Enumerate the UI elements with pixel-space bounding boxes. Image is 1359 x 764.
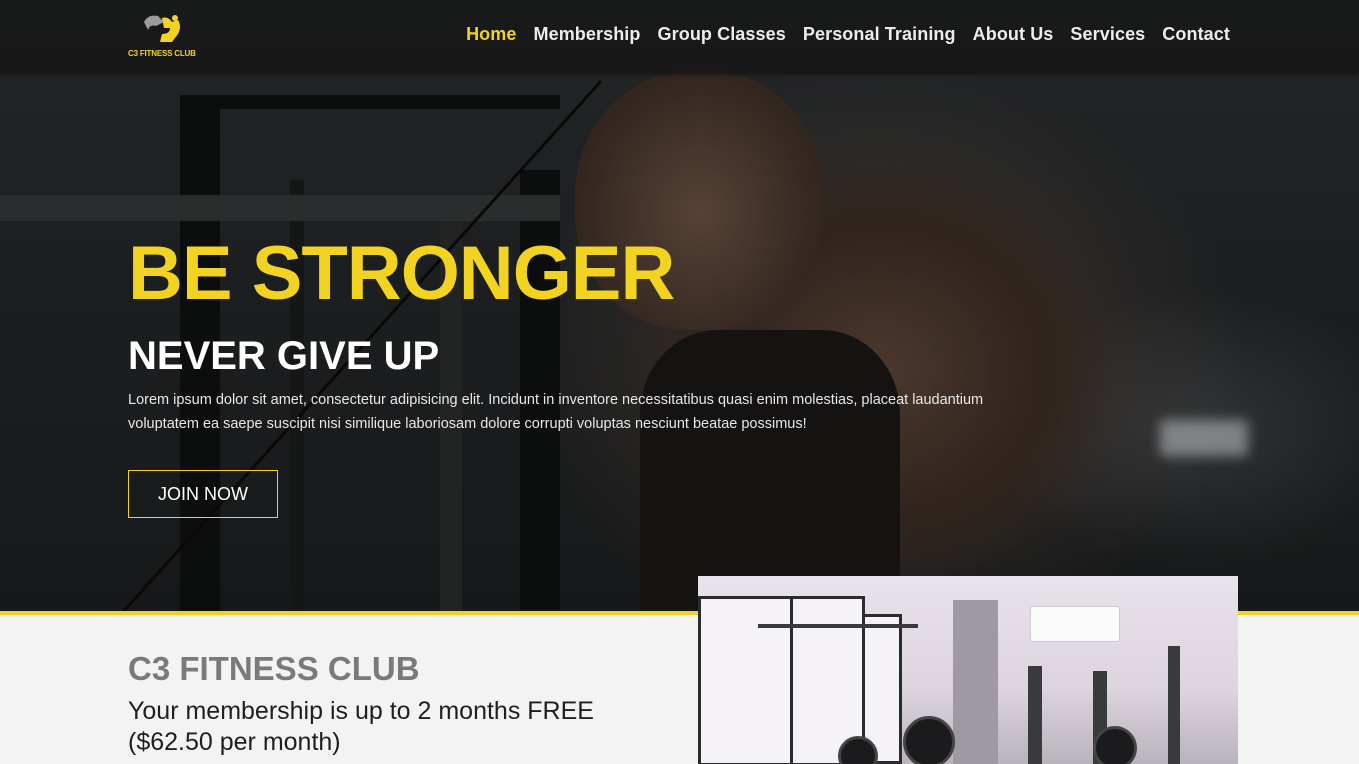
nav-contact[interactable]: Contact xyxy=(1162,24,1230,45)
nav-about-us[interactable]: About Us xyxy=(973,24,1054,45)
club-title: C3 FITNESS CLUB xyxy=(128,650,420,687)
nav-home[interactable]: Home xyxy=(466,24,516,45)
logo-mark-icon xyxy=(144,15,180,42)
join-now-button[interactable]: JOIN NOW xyxy=(128,470,278,518)
nav-personal-training[interactable]: Personal Training xyxy=(803,24,956,45)
gym-interior-image xyxy=(698,576,1238,764)
top-navigation-bar: C3 FITNESS CLUB Home Membership Group Cl… xyxy=(0,0,1359,72)
brand-logo[interactable]: C3 FITNESS CLUB xyxy=(128,10,200,62)
hero-subheadline: NEVER GIVE UP xyxy=(128,334,440,378)
logo-text: C3 FITNESS CLUB xyxy=(128,49,196,58)
main-menu: Home Membership Group Classes Personal T… xyxy=(449,24,1230,45)
membership-promo-text: Your membership is up to 2 months FREE (… xyxy=(128,697,594,756)
nav-services[interactable]: Services xyxy=(1070,24,1145,45)
hero-lead-text: Lorem ipsum dolor sit amet, consectetur … xyxy=(128,392,984,432)
hero-headline: BE STRONGER xyxy=(128,231,675,316)
nav-group-classes[interactable]: Group Classes xyxy=(658,24,786,45)
nav-membership[interactable]: Membership xyxy=(533,24,640,45)
